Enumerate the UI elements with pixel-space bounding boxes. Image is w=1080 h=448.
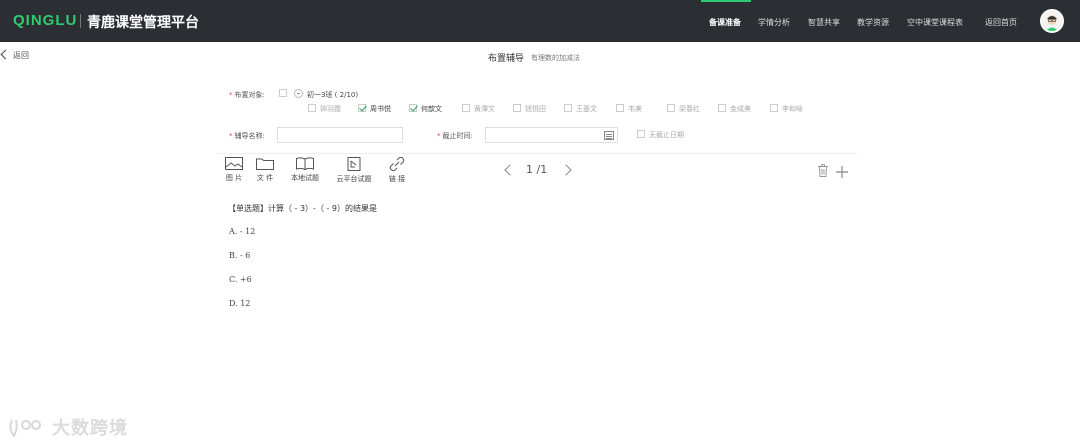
deadline-label: * 截止时间: — [437, 132, 473, 140]
option-c: C. +6 — [229, 275, 252, 284]
add-question-button[interactable] — [836, 163, 848, 182]
student-checkbox[interactable] — [308, 104, 316, 112]
student-checkbox[interactable] — [409, 104, 417, 112]
insert-image-button[interactable]: 图 片 — [224, 157, 244, 183]
page-indicator: 1 /1 — [526, 163, 548, 176]
nav-air-class-schedule[interactable]: 空中课堂课程表 — [907, 17, 963, 28]
student-checkbox[interactable] — [616, 104, 624, 112]
chevron-left-icon — [0, 49, 11, 60]
cloud-document-icon — [347, 157, 361, 171]
student-checkbox[interactable] — [513, 104, 521, 112]
local-questions-button[interactable]: 本地试题 — [287, 157, 323, 183]
student-name: 梁春红 — [679, 105, 700, 113]
select-all-checkbox[interactable] — [279, 89, 287, 97]
student-checkbox[interactable] — [462, 104, 470, 112]
option-d: D. 12 — [229, 299, 251, 308]
student-name: 王基文 — [576, 105, 597, 113]
next-page-button[interactable] — [560, 164, 572, 176]
plus-icon — [836, 166, 848, 178]
student-name: 钟羽霞 — [320, 105, 341, 113]
top-navigation-bar: QINGLU 青鹿课堂管理平台 备课准备 学情分析 智慧共享 教学资源 空中课堂… — [0, 0, 1080, 42]
target-label: * 布置对象: — [229, 91, 265, 99]
nav-teaching-resources[interactable]: 教学资源 — [857, 17, 889, 28]
student-name: 钱悦田 — [525, 105, 546, 113]
logo-text-cn[interactable]: 青鹿课堂管理平台 — [87, 12, 199, 32]
logo-text-en[interactable]: QINGLU — [13, 12, 77, 29]
calendar-icon[interactable] — [604, 131, 614, 140]
image-icon — [225, 157, 243, 170]
question-stem: 【单选题】计算（ - 3）-（ - 9）的结果是 — [228, 204, 378, 213]
folder-icon — [256, 158, 274, 170]
student-name: 何歆文 — [421, 105, 442, 113]
link-icon — [389, 157, 405, 171]
insert-file-button[interactable]: 文 件 — [255, 157, 275, 183]
collapse-class-icon[interactable] — [294, 89, 303, 98]
delete-question-button[interactable] — [818, 162, 828, 181]
no-deadline-label: 无截止日期 — [649, 131, 684, 139]
student-checkbox[interactable] — [770, 104, 778, 112]
book-icon — [296, 157, 314, 170]
page-title: 布置辅导 — [488, 54, 525, 64]
no-deadline-checkbox[interactable] — [637, 130, 645, 138]
student-name: 周书悦 — [370, 105, 391, 113]
previous-page-button[interactable] — [504, 164, 516, 176]
student-name: 黄潭文 — [474, 105, 495, 113]
student-name: 韦美 — [628, 105, 642, 113]
class-name: 初一3班 ( 2/10) — [307, 91, 359, 99]
nav-return-home[interactable]: 返回首页 — [985, 17, 1017, 28]
watermark-text: 大数跨境 — [52, 418, 128, 439]
toolbar-divider — [217, 153, 857, 154]
student-name: 金成美 — [730, 105, 751, 113]
logo-divider — [80, 14, 81, 28]
back-label: 返回 — [13, 51, 29, 60]
name-label: * 辅导名称: — [229, 132, 265, 140]
student-name: 李和咏 — [782, 105, 803, 113]
cloud-questions-button[interactable]: 云平台试题 — [333, 157, 375, 184]
nav-learning-analysis[interactable]: 学情分析 — [758, 17, 790, 28]
watermark-logo-icon — [9, 419, 41, 438]
nav-prepare-lessons[interactable]: 备课准备 — [709, 17, 741, 28]
active-nav-indicator — [701, 0, 751, 2]
back-button[interactable]: 返回 — [0, 49, 29, 61]
deadline-input[interactable] — [485, 127, 618, 143]
insert-link-button[interactable]: 链 接 — [386, 157, 408, 184]
student-checkbox[interactable] — [358, 104, 366, 112]
option-b: B. - 6 — [229, 251, 251, 260]
user-avatar[interactable] — [1040, 9, 1064, 33]
trash-icon — [818, 164, 828, 177]
page-subtitle: 有理数的加减法 — [531, 54, 580, 62]
tutoring-name-input[interactable] — [277, 127, 403, 143]
option-a: A. - 12 — [229, 227, 256, 236]
student-checkbox[interactable] — [564, 104, 572, 112]
student-checkbox[interactable] — [718, 104, 726, 112]
student-checkbox[interactable] — [667, 104, 675, 112]
nav-smart-sharing[interactable]: 智慧共享 — [808, 17, 840, 28]
avatar-icon — [1042, 11, 1062, 31]
